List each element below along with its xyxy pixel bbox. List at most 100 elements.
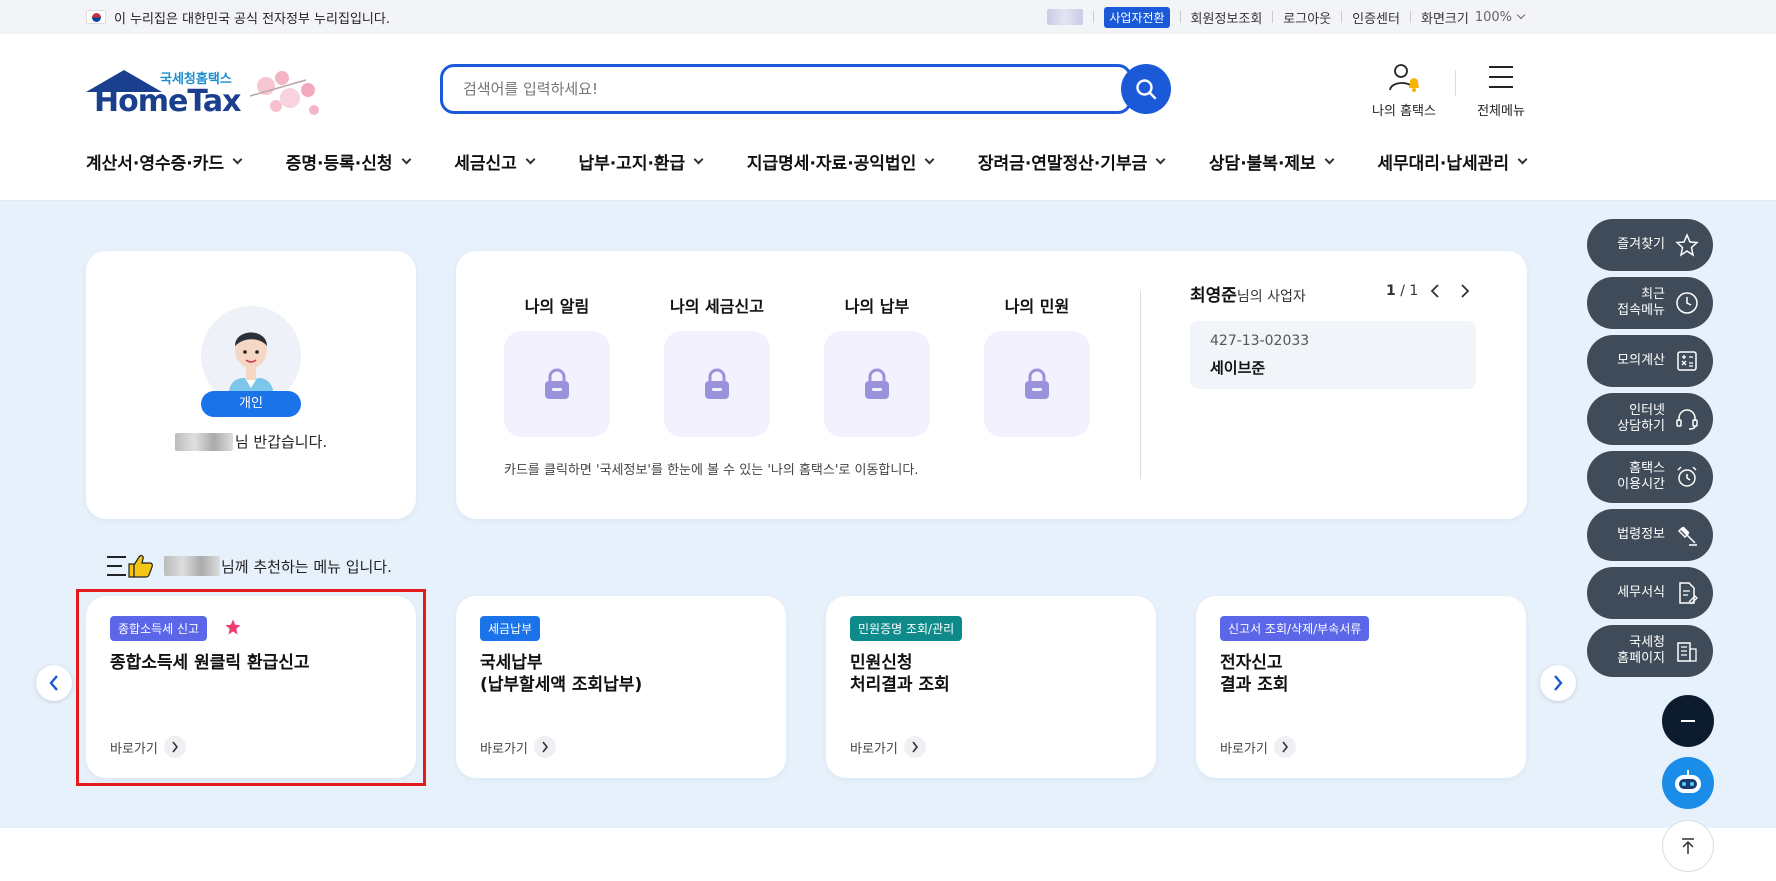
go-button[interactable]: 바로가기 <box>1220 736 1296 758</box>
gov-notice[interactable]: 이 누리집은 대한민국 공식 전자정부 누리집입니다. <box>114 8 390 27</box>
search-input[interactable] <box>461 67 1061 111</box>
my-tax-return-col: 나의 세금신고 <box>664 293 770 437</box>
go-button[interactable]: 바로가기 <box>480 736 556 758</box>
biz-pager: 1 / 1 <box>1386 283 1470 299</box>
my-notice-col: 나의 알림 <box>504 293 610 437</box>
screen-size-select[interactable]: 100% <box>1475 10 1512 25</box>
biz-number: 427-13-02033 <box>1210 333 1310 349</box>
chevron-down-icon[interactable] <box>1516 10 1526 20</box>
quick-law-info[interactable]: 법령정보 <box>1587 509 1713 561</box>
profile-card: 개인 님 반갑습니다. <box>86 251 416 519</box>
korea-flag-icon <box>86 10 106 24</box>
collapse-quick-menu-button[interactable] <box>1662 695 1714 747</box>
biz-item[interactable]: 427-13-02033 세이브준 <box>1190 321 1476 389</box>
carousel-next-button[interactable] <box>1540 665 1576 701</box>
user-name-blurred <box>1047 9 1084 25</box>
alarm-clock-icon <box>1677 466 1697 487</box>
user-name-blurred <box>174 432 233 451</box>
screen-size-label: 화면크기 <box>1420 11 1469 27</box>
headset-icon <box>1676 409 1698 430</box>
hamburger-menu-icon <box>1489 66 1513 88</box>
search-button[interactable] <box>1121 64 1171 114</box>
chevron-right-icon <box>542 741 548 753</box>
selection-highlight <box>76 589 426 786</box>
my-civil-tile[interactable] <box>984 331 1090 437</box>
chevron-down-icon <box>1324 154 1335 164</box>
gavel-icon <box>1677 526 1697 546</box>
chevron-right-icon <box>912 741 918 753</box>
go-button[interactable]: 바로가기 <box>850 736 926 758</box>
nav-item-counsel[interactable]: 상담·불복·제보 <box>1209 146 1335 176</box>
quick-favorites[interactable]: 즐겨찾기 <box>1587 219 1713 271</box>
search-icon <box>1136 79 1157 100</box>
category-badge: 민원증명 조회/관리 <box>850 616 963 641</box>
my-payment-col: 나의 납부 <box>824 293 930 437</box>
quick-tax-forms[interactable]: 세무서식 <box>1587 567 1713 619</box>
carousel-prev-button[interactable] <box>36 665 72 701</box>
category-badge: 신고서 조회/삭제/부속서류 <box>1220 616 1370 641</box>
nav-item-payment[interactable]: 납부·고지·환급 <box>578 146 704 176</box>
nav-item-certificate[interactable]: 증명·등록·신청 <box>286 146 411 176</box>
calculator-icon <box>1677 351 1697 371</box>
minus-icon <box>1681 720 1695 722</box>
recommend-card-2[interactable]: 세금납부 국세납부 (납부할세액 조회납부) 바로가기 <box>456 596 786 778</box>
chevron-down-icon <box>924 154 935 164</box>
list-thumbs-up-icon <box>107 554 153 578</box>
biz-name: 세이브준 <box>1210 359 1266 377</box>
lock-icon <box>545 368 569 399</box>
nav-item-invoice[interactable]: 계산서·영수증·카드 <box>86 146 243 176</box>
my-hometax-button[interactable]: 나의 홈택스 <box>1364 62 1444 119</box>
user-name-blurred <box>164 556 220 576</box>
personal-tag: 개인 <box>201 391 301 417</box>
chevron-left-icon <box>49 675 58 691</box>
recommend-card-3[interactable]: 민원증명 조회/관리 민원신청 처리결과 조회 바로가기 <box>826 596 1156 778</box>
gov-banner: 이 누리집은 대한민국 공식 전자정부 누리집입니다. 사업자전환 회원정보조회… <box>0 0 1776 34</box>
biz-owner-title: 최영준님의 사업자 <box>1190 286 1306 306</box>
search-box <box>440 64 1132 114</box>
document-edit-icon <box>1679 582 1698 605</box>
quick-simulate[interactable]: 모의계산 <box>1587 335 1713 387</box>
nav-item-statements[interactable]: 지급명세·자료·공익법인 <box>747 146 935 176</box>
logout-link[interactable]: 로그아웃 <box>1283 8 1331 27</box>
arrow-up-icon <box>1682 838 1694 854</box>
chevron-down-icon <box>693 154 704 164</box>
member-info-link[interactable]: 회원정보조회 <box>1191 8 1263 27</box>
nav-item-incentives[interactable]: 장려금·연말정산·기부금 <box>978 146 1166 176</box>
lock-icon <box>1025 368 1049 399</box>
chevron-down-icon <box>1155 154 1166 164</box>
scroll-top-button[interactable] <box>1662 820 1714 872</box>
clock-icon <box>1676 292 1698 314</box>
chevron-right-icon[interactable] <box>1460 284 1470 298</box>
category-badge: 세금납부 <box>480 616 541 641</box>
chatbot-icon <box>1675 770 1701 793</box>
my-tax-return-tile[interactable] <box>664 331 770 437</box>
recommend-title: 님께 추천하는 메뉴 입니다. <box>106 553 392 579</box>
my-notice-tile[interactable] <box>504 331 610 437</box>
quick-service-hours[interactable]: 홈택스 이용시간 <box>1587 451 1713 503</box>
chatbot-button[interactable] <box>1662 757 1714 809</box>
greeting: 님 반갑습니다. <box>86 431 416 452</box>
building-link-icon <box>1677 642 1697 662</box>
cert-center-link[interactable]: 인증센터 <box>1352 8 1400 27</box>
quick-recent-menu[interactable]: 최근 접속메뉴 <box>1587 277 1713 329</box>
quick-counsel[interactable]: 인터넷 상담하기 <box>1587 393 1713 445</box>
quick-nts-homepage[interactable]: 국세청 홈페이지 <box>1587 625 1713 677</box>
hometax-logo[interactable]: 국세청홈택스 HomeTax <box>86 60 326 124</box>
nav-item-agent[interactable]: 세무대리·납세관리 <box>1377 146 1528 176</box>
recommend-card-4[interactable]: 신고서 조회/삭제/부속서류 전자신고 결과 조회 바로가기 <box>1196 596 1526 778</box>
nav-item-tax-return[interactable]: 세금신고 <box>454 146 536 176</box>
cherry-blossom-icon <box>249 71 319 115</box>
chevron-down-icon <box>401 154 411 164</box>
my-payment-tile[interactable] <box>824 331 930 437</box>
chevron-left-icon[interactable] <box>1430 284 1440 298</box>
chevron-right-icon <box>1282 741 1288 753</box>
star-outline-icon <box>1675 233 1699 257</box>
my-civil-col: 나의 민원 <box>984 293 1090 437</box>
biz-switch-button[interactable]: 사업자전환 <box>1104 6 1170 28</box>
my-info-card: 나의 알림 나의 세금신고 나의 납부 나의 민원 카드를 클릭하면 '국세정보… <box>456 251 1527 519</box>
all-menu-button[interactable]: 전체메뉴 <box>1470 62 1532 119</box>
chevron-down-icon <box>1517 154 1528 164</box>
chevron-right-icon <box>1554 675 1563 691</box>
chevron-down-icon <box>232 154 243 164</box>
lock-icon <box>865 368 889 399</box>
